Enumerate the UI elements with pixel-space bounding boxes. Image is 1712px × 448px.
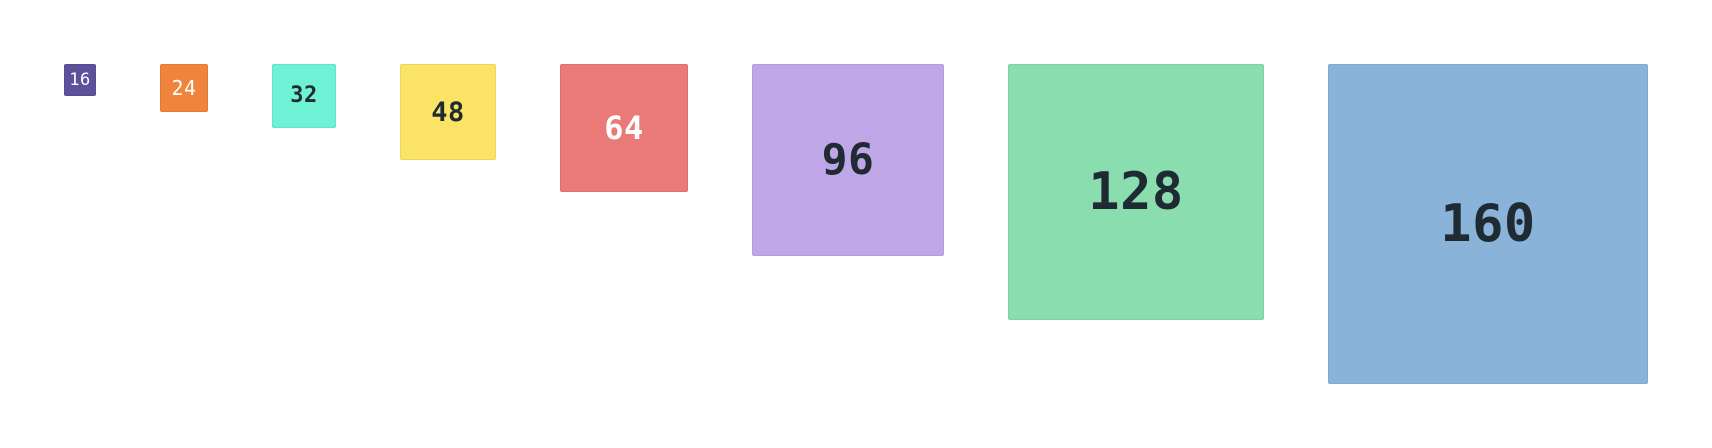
size-label-24: 24 <box>171 76 197 100</box>
size-label-96: 96 <box>821 134 875 185</box>
size-box-32: 32 <box>272 64 336 128</box>
size-box-96: 96 <box>752 64 944 256</box>
size-box-24: 24 <box>160 64 208 112</box>
size-box-16: 16 <box>64 64 96 96</box>
size-label-128: 128 <box>1088 162 1184 222</box>
size-box-64: 64 <box>560 64 688 192</box>
size-box-128: 128 <box>1008 64 1264 320</box>
size-label-48: 48 <box>431 96 465 128</box>
size-label-32: 32 <box>290 83 318 108</box>
size-label-16: 16 <box>69 69 91 90</box>
size-box-48: 48 <box>400 64 496 160</box>
size-label-160: 160 <box>1440 194 1536 254</box>
size-label-64: 64 <box>604 109 644 147</box>
size-box-160: 160 <box>1328 64 1648 384</box>
size-scale: 16 24 32 48 64 96 128 160 <box>0 0 1712 448</box>
